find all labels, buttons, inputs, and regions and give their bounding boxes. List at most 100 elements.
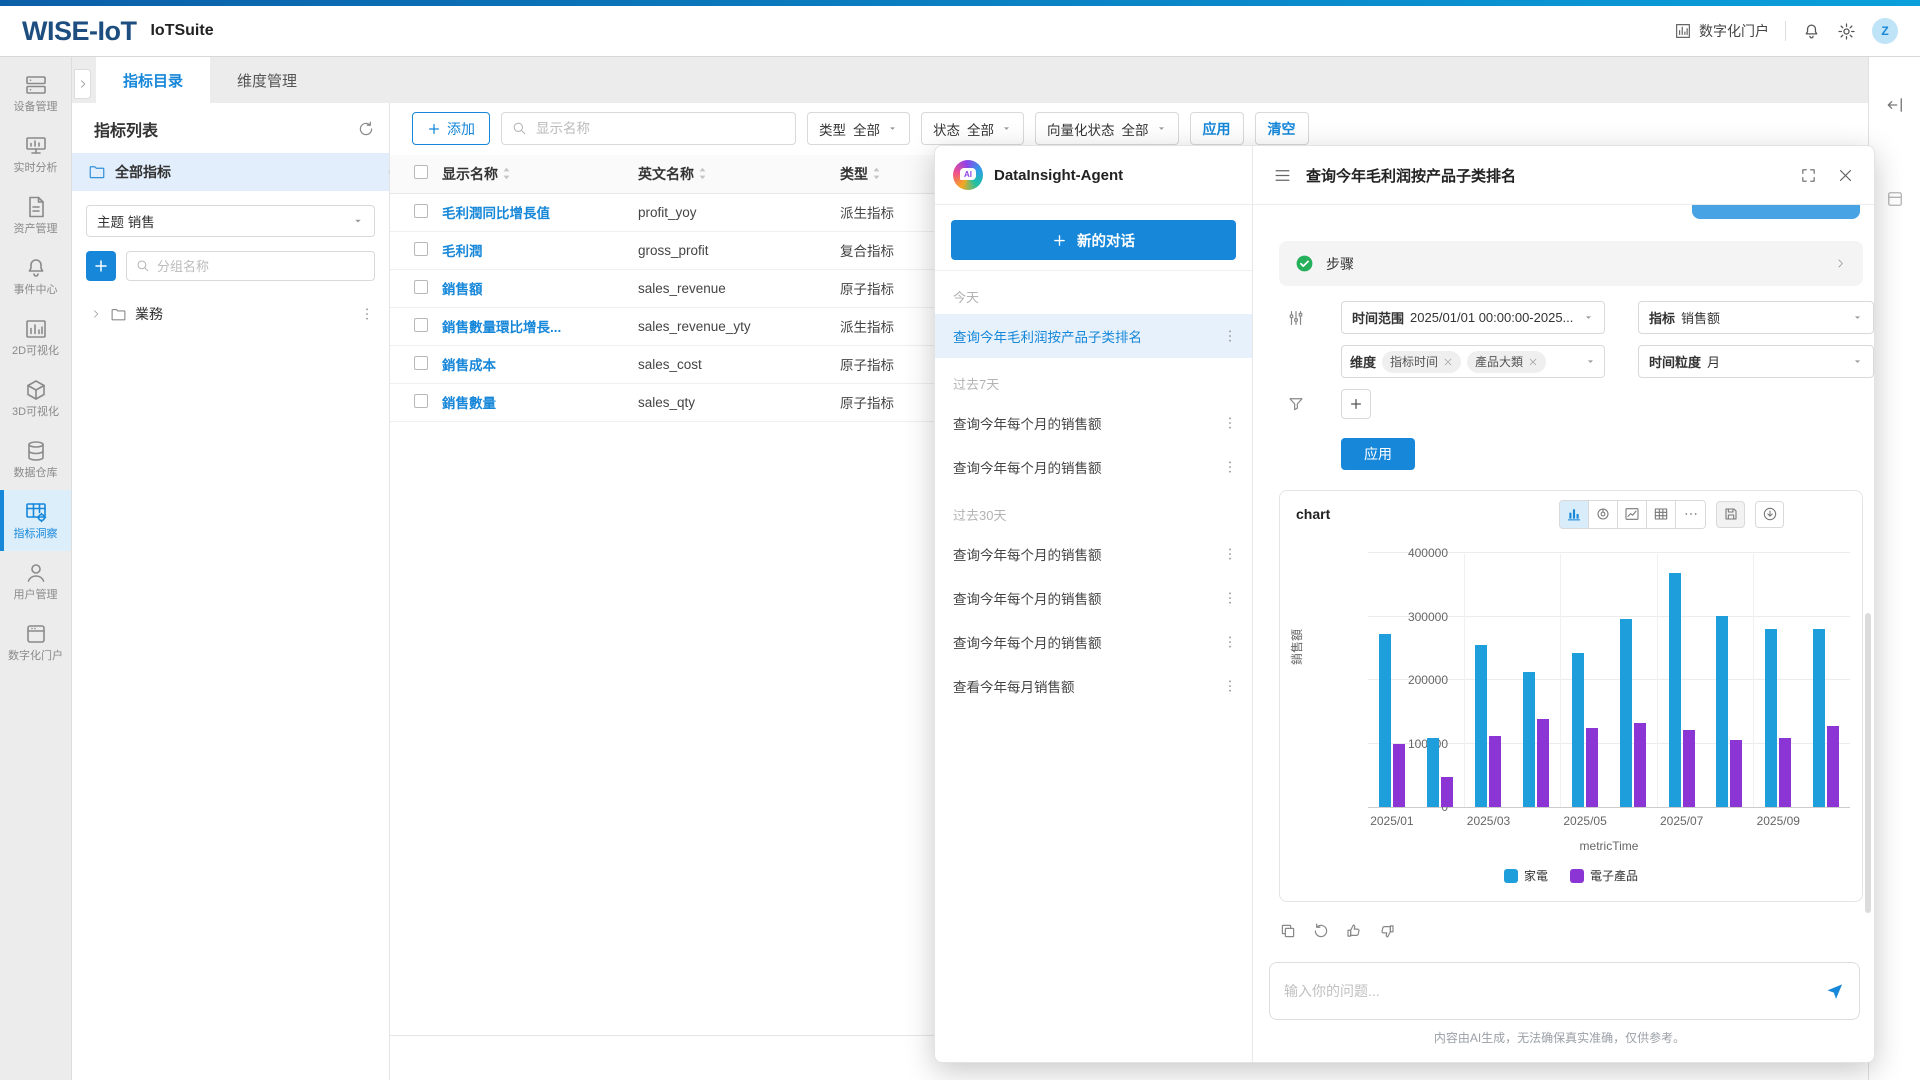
sidebar-item-warehouse[interactable]: 数据仓库 bbox=[0, 429, 71, 490]
metric-search-input[interactable] bbox=[501, 112, 796, 145]
bar-電子產品-2025/09[interactable] bbox=[1779, 738, 1791, 807]
tab-metric-catalog[interactable]: 指标目录 bbox=[96, 57, 210, 103]
row-checkbox[interactable] bbox=[414, 242, 428, 256]
sort-icon[interactable] bbox=[698, 167, 707, 180]
bar-家電-2025/05[interactable] bbox=[1572, 653, 1584, 807]
refresh-icon[interactable] bbox=[357, 120, 375, 138]
send-icon[interactable] bbox=[1825, 981, 1845, 1001]
granularity-select[interactable]: 时间粒度 月 bbox=[1638, 345, 1874, 378]
tab-dimension-mgmt[interactable]: 维度管理 bbox=[210, 57, 324, 103]
bar-家電-2025/07[interactable] bbox=[1669, 573, 1681, 807]
tree-item-business[interactable]: 業務 bbox=[72, 297, 389, 331]
add-metric-button[interactable]: 添加 bbox=[412, 112, 490, 145]
metric-name-link[interactable]: 毛利潤 bbox=[442, 244, 483, 259]
donut-chart-button[interactable] bbox=[1589, 501, 1618, 528]
conversation-item[interactable]: 查询今年每个月的销售额 bbox=[935, 620, 1252, 664]
more-options-icon[interactable] bbox=[1222, 634, 1238, 650]
more-options-icon[interactable] bbox=[1222, 459, 1238, 475]
more-options-icon[interactable] bbox=[359, 306, 375, 322]
remove-tag-icon[interactable] bbox=[1443, 357, 1453, 367]
fullscreen-icon[interactable] bbox=[1800, 167, 1817, 184]
download-chart-button[interactable] bbox=[1755, 501, 1784, 528]
sidebar-item-viz3d[interactable]: 3D可视化 bbox=[0, 368, 71, 429]
dimension-tag-category[interactable]: 產品大類 bbox=[1467, 351, 1546, 373]
bar-chart-button[interactable] bbox=[1560, 501, 1589, 528]
copy-icon[interactable] bbox=[1279, 922, 1297, 940]
more-options-icon[interactable] bbox=[1222, 328, 1238, 344]
row-checkbox[interactable] bbox=[414, 356, 428, 370]
sidebar-item-device[interactable]: 设备管理 bbox=[0, 63, 71, 124]
save-chart-button[interactable] bbox=[1716, 501, 1745, 528]
thumb-down-icon[interactable] bbox=[1378, 922, 1396, 940]
settings-gear-icon[interactable] bbox=[1837, 22, 1856, 41]
side-panel-icon[interactable] bbox=[1885, 189, 1905, 209]
column-header[interactable]: 英文名称 bbox=[632, 155, 834, 193]
sidebar-item-metric[interactable]: 指标洞察 bbox=[0, 490, 71, 551]
sidebar-item-user[interactable]: 用户管理 bbox=[0, 551, 71, 612]
bar-電子產品-2025/08[interactable] bbox=[1730, 740, 1742, 807]
clear-filter-button[interactable]: 清空 bbox=[1255, 112, 1309, 145]
select-all-checkbox[interactable] bbox=[414, 165, 428, 179]
regenerate-icon[interactable] bbox=[1312, 922, 1330, 940]
bar-家電-2025/06[interactable] bbox=[1620, 619, 1632, 807]
bar-電子產品-2025/03[interactable] bbox=[1489, 736, 1501, 807]
chat-scrollbar[interactable] bbox=[1865, 613, 1871, 913]
remove-tag-icon[interactable] bbox=[1528, 357, 1538, 367]
row-checkbox[interactable] bbox=[414, 394, 428, 408]
thumb-up-icon[interactable] bbox=[1345, 922, 1363, 940]
sidebar-item-realtime[interactable]: 实时分析 bbox=[0, 124, 71, 185]
bar-電子產品-2025/06[interactable] bbox=[1634, 723, 1646, 807]
status-filter-select[interactable]: 状态 全部 bbox=[921, 112, 1024, 145]
sidebar-item-asset[interactable]: 资产管理 bbox=[0, 185, 71, 246]
vector-status-filter-select[interactable]: 向量化状态 全部 bbox=[1035, 112, 1179, 145]
bar-電子產品-2025/02[interactable] bbox=[1441, 777, 1453, 808]
menu-icon[interactable] bbox=[1273, 166, 1292, 185]
bar-電子產品-2025/04[interactable] bbox=[1537, 719, 1549, 807]
metric-name-link[interactable]: 毛利潤同比增長值 bbox=[442, 206, 550, 221]
sort-icon[interactable] bbox=[872, 167, 881, 180]
steps-collapse[interactable]: 步骤 bbox=[1279, 241, 1863, 286]
bar-電子產品-2025/10[interactable] bbox=[1827, 726, 1839, 807]
apply-filter-button[interactable]: 应用 bbox=[1190, 112, 1244, 145]
dimension-tag-metrictime[interactable]: 指标时间 bbox=[1382, 351, 1461, 373]
time-range-select[interactable]: 时间范围 2025/01/01 00:00:00-2025... bbox=[1341, 301, 1605, 334]
theme-select[interactable]: 主题 销售 bbox=[86, 205, 375, 237]
sort-icon[interactable] bbox=[502, 167, 511, 180]
dimension-select[interactable]: 维度 指标时间 產品大類 bbox=[1341, 345, 1605, 378]
metric-name-link[interactable]: 銷售數量 bbox=[442, 396, 496, 411]
bar-家電-2025/08[interactable] bbox=[1716, 616, 1728, 807]
metric-select[interactable]: 指标 销售额 bbox=[1638, 301, 1874, 334]
notification-bell-icon[interactable] bbox=[1802, 22, 1821, 41]
metric-name-link[interactable]: 銷售額 bbox=[442, 282, 483, 297]
bar-家電-2025/10[interactable] bbox=[1813, 629, 1825, 807]
more-options-icon[interactable] bbox=[1222, 415, 1238, 431]
digital-portal-button[interactable]: 数字化门户 bbox=[1674, 21, 1769, 41]
bar-家電-2025/04[interactable] bbox=[1523, 672, 1535, 807]
row-checkbox[interactable] bbox=[414, 318, 428, 332]
conversation-item[interactable]: 查询今年毛利润按产品子类排名 bbox=[935, 314, 1252, 358]
more-tools-button[interactable] bbox=[1676, 501, 1705, 528]
bar-家電-2025/03[interactable] bbox=[1475, 645, 1487, 807]
legend-item-家電[interactable]: 家電 bbox=[1504, 867, 1548, 884]
conversation-item[interactable]: 查询今年每个月的销售额 bbox=[935, 576, 1252, 620]
bar-電子產品-2025/05[interactable] bbox=[1586, 728, 1598, 807]
conversation-item[interactable]: 查询今年每个月的销售额 bbox=[935, 401, 1252, 445]
row-checkbox[interactable] bbox=[414, 280, 428, 294]
expand-tree-button[interactable] bbox=[74, 69, 91, 99]
sidebar-item-viz2d[interactable]: 2D可视化 bbox=[0, 307, 71, 368]
panel-resize-handle[interactable] bbox=[386, 161, 392, 183]
row-checkbox[interactable] bbox=[414, 204, 428, 218]
metric-name-link[interactable]: 銷售成本 bbox=[442, 358, 496, 373]
metric-name-link[interactable]: 銷售數量環比增長... bbox=[442, 320, 561, 335]
more-options-icon[interactable] bbox=[1222, 546, 1238, 562]
expand-caret-icon[interactable] bbox=[90, 308, 102, 320]
collapse-panel-icon[interactable] bbox=[1885, 95, 1905, 115]
tree-item-all-metrics[interactable]: 全部指标 bbox=[72, 153, 389, 191]
apply-query-button[interactable]: 应用 bbox=[1341, 438, 1415, 470]
sidebar-item-event[interactable]: 事件中心 bbox=[0, 246, 71, 307]
bar-家電-2025/02[interactable] bbox=[1427, 738, 1439, 807]
bar-家電-2025/01[interactable] bbox=[1379, 634, 1391, 807]
group-search-input[interactable] bbox=[126, 251, 375, 281]
legend-item-電子產品[interactable]: 電子產品 bbox=[1570, 867, 1638, 884]
new-chat-button[interactable]: 新的对话 bbox=[951, 220, 1236, 260]
